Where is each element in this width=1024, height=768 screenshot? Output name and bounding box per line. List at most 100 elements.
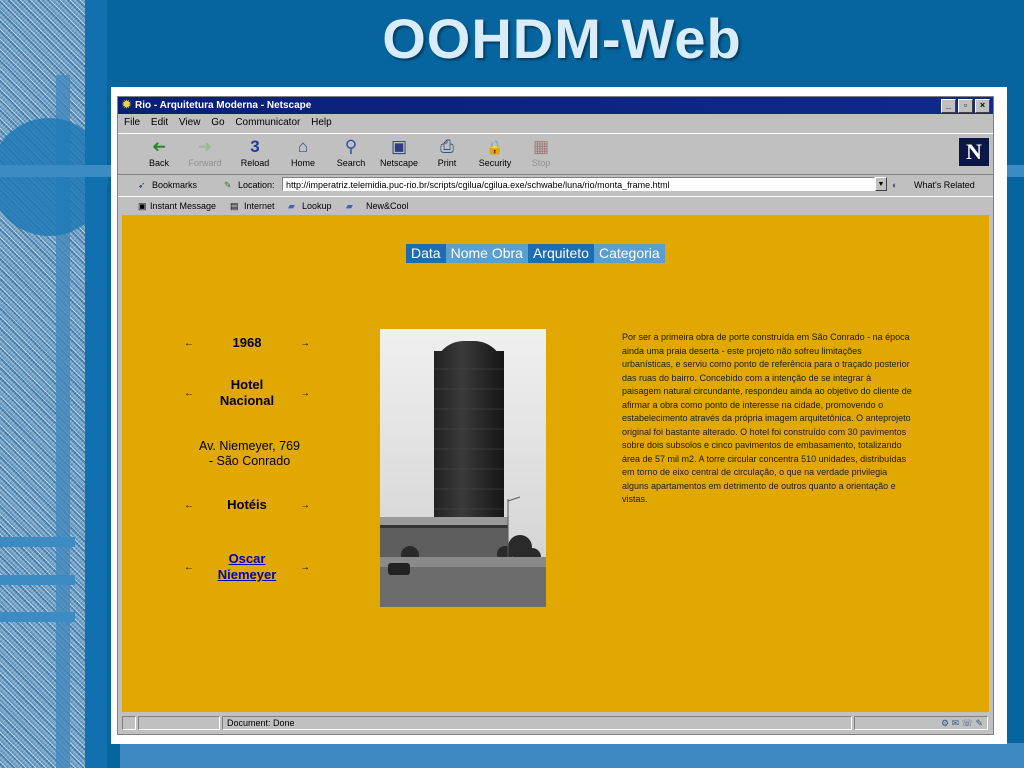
internet-icon: ▤ bbox=[230, 201, 239, 211]
security-status-icon bbox=[122, 716, 136, 730]
category-nav: Data Nome Obra Arquiteto Categoria bbox=[406, 244, 665, 263]
slide-decor-hline bbox=[0, 537, 75, 547]
slide-texture-strip bbox=[0, 0, 85, 768]
browser-window: ✹ Rio - Arquitetura Moderna - Netscape _ … bbox=[117, 96, 994, 735]
whats-related-icon: ◐ bbox=[892, 180, 898, 190]
url-dropdown-button[interactable]: ▼ bbox=[875, 177, 887, 191]
close-button[interactable]: × bbox=[975, 99, 990, 113]
slide-bottom-band bbox=[120, 743, 1024, 768]
discussion-icon[interactable]: ☏ bbox=[962, 718, 973, 728]
next-building-arrow-icon[interactable]: → bbox=[298, 388, 312, 399]
home-icon: ⌂ bbox=[297, 137, 309, 156]
window-controls: _ ▫ × bbox=[941, 99, 990, 113]
building-photo bbox=[380, 329, 546, 607]
security-button[interactable]: 🔒 Security bbox=[470, 136, 520, 168]
lock-icon: 🔒 bbox=[486, 139, 504, 155]
newcool-icon: ▰ bbox=[346, 201, 353, 211]
slide-decor-hline bbox=[0, 612, 75, 622]
prev-year-arrow-icon[interactable]: ← bbox=[182, 338, 196, 349]
reload-button[interactable]: 3 Reload bbox=[230, 136, 280, 168]
back-label: Back bbox=[148, 158, 169, 168]
stop-icon: ▦ bbox=[532, 137, 550, 156]
minimize-button[interactable]: _ bbox=[941, 99, 956, 113]
back-button[interactable]: ➜ Back bbox=[134, 136, 184, 168]
year-value: 1968 bbox=[232, 335, 262, 350]
location-bar: ➹ Bookmarks ✎ Location: http://imperatri… bbox=[118, 175, 993, 195]
security-label: Security bbox=[478, 158, 512, 168]
building-name-line2: Nacional bbox=[219, 393, 275, 408]
menu-communicator[interactable]: Communicator bbox=[235, 117, 300, 128]
netscape-label: Netscape bbox=[379, 158, 419, 168]
window-title: Rio - Arquitetura Moderna - Netscape bbox=[135, 100, 312, 111]
component-bar: ⚙ ✉ ☏ ✎ bbox=[854, 716, 988, 730]
architect-line2: Niemeyer bbox=[217, 567, 277, 582]
navigator-icon[interactable]: ⚙ bbox=[941, 718, 949, 728]
progress-indicator bbox=[138, 716, 220, 730]
netscape-logo[interactable]: N bbox=[959, 138, 989, 166]
menu-file[interactable]: File bbox=[124, 117, 140, 128]
print-icon: ⎙ bbox=[440, 137, 454, 156]
stop-label: Stop bbox=[531, 158, 551, 168]
hotel-tower-photo bbox=[380, 329, 546, 607]
nav-data[interactable]: Data bbox=[406, 244, 446, 263]
address-line1: Av. Niemeyer, 769 bbox=[199, 439, 300, 453]
instant-message-icon: ▣ bbox=[138, 201, 147, 211]
personal-toolbar: ▣ Instant Message ▤ Internet ▰ Lookup ▰ … bbox=[118, 196, 993, 215]
home-label: Home bbox=[290, 158, 315, 168]
forward-arrow-icon: ➜ bbox=[197, 137, 213, 156]
category-row: ← Hotéis → bbox=[182, 497, 312, 513]
bookmarks-icon: ➹ bbox=[138, 180, 146, 190]
next-category-arrow-icon[interactable]: → bbox=[298, 500, 312, 511]
forward-label: Forward bbox=[188, 158, 222, 168]
prev-architect-arrow-icon[interactable]: ← bbox=[182, 562, 196, 573]
nav-categoria[interactable]: Categoria bbox=[593, 244, 665, 263]
stop-button[interactable]: ▦ Stop bbox=[516, 136, 566, 168]
prev-building-arrow-icon[interactable]: ← bbox=[182, 388, 196, 399]
next-year-arrow-icon[interactable]: → bbox=[298, 338, 312, 349]
home-button[interactable]: ⌂ Home bbox=[278, 136, 328, 168]
whats-related-button[interactable]: What's Related bbox=[914, 175, 975, 195]
slide-decor-hline bbox=[0, 575, 75, 585]
status-bar: Document: Done ⚙ ✉ ☏ ✎ bbox=[118, 714, 993, 732]
composer-icon[interactable]: ✎ bbox=[975, 718, 983, 728]
menu-edit[interactable]: Edit bbox=[151, 117, 168, 128]
address: Av. Niemeyer, 769- São Conrado bbox=[182, 439, 317, 469]
address-line2: - São Conrado bbox=[208, 454, 291, 468]
bookmarks-button[interactable]: Bookmarks bbox=[152, 175, 197, 195]
menu-help[interactable]: Help bbox=[311, 117, 332, 128]
netscape-app-icon: ✹ bbox=[122, 99, 132, 112]
search-icon: ⚲ bbox=[344, 137, 358, 156]
netscape-icon: ▣ bbox=[390, 137, 408, 156]
menu-view[interactable]: View bbox=[179, 117, 201, 128]
window-titlebar: ✹ Rio - Arquitetura Moderna - Netscape _ … bbox=[118, 97, 993, 114]
prev-category-arrow-icon[interactable]: ← bbox=[182, 500, 196, 511]
maximize-button[interactable]: ▫ bbox=[958, 99, 973, 113]
search-button[interactable]: ⚲ Search bbox=[326, 136, 376, 168]
internet-link[interactable]: Internet bbox=[244, 197, 275, 215]
nav-arquiteto[interactable]: Arquiteto bbox=[528, 244, 594, 263]
building-description: Por ser a primeira obra de porte constru… bbox=[622, 332, 912, 504]
print-button[interactable]: ⎙ Print bbox=[422, 136, 472, 168]
menu-go[interactable]: Go bbox=[211, 117, 224, 128]
lookup-icon: ▰ bbox=[288, 201, 295, 211]
reload-label: Reload bbox=[240, 158, 270, 168]
forward-button[interactable]: ➜ Forward bbox=[180, 136, 230, 168]
instant-message-link[interactable]: Instant Message bbox=[150, 197, 216, 215]
architect-line1: Oscar bbox=[228, 551, 266, 566]
mail-icon[interactable]: ✉ bbox=[952, 718, 960, 728]
lookup-link[interactable]: Lookup bbox=[302, 197, 332, 215]
netscape-button[interactable]: ▣ Netscape bbox=[374, 136, 424, 168]
newcool-link[interactable]: New&Cool bbox=[366, 197, 409, 215]
slide-decor-bar bbox=[85, 0, 107, 768]
print-label: Print bbox=[437, 158, 457, 168]
menu-bar: File Edit View Go Communicator Help bbox=[118, 115, 993, 131]
next-architect-arrow-icon[interactable]: → bbox=[298, 562, 312, 573]
status-text: Document: Done bbox=[222, 716, 852, 730]
location-icon: ✎ bbox=[224, 180, 232, 190]
architect-link[interactable]: Oscar Niemeyer bbox=[196, 551, 298, 583]
nav-nome-obra[interactable]: Nome Obra bbox=[445, 244, 528, 263]
year-row: ← 1968 → bbox=[182, 335, 312, 351]
search-label: Search bbox=[336, 158, 366, 168]
url-input[interactable]: http://imperatriz.telemidia.puc-rio.br/s… bbox=[282, 177, 875, 191]
back-arrow-icon: ➜ bbox=[151, 137, 167, 156]
